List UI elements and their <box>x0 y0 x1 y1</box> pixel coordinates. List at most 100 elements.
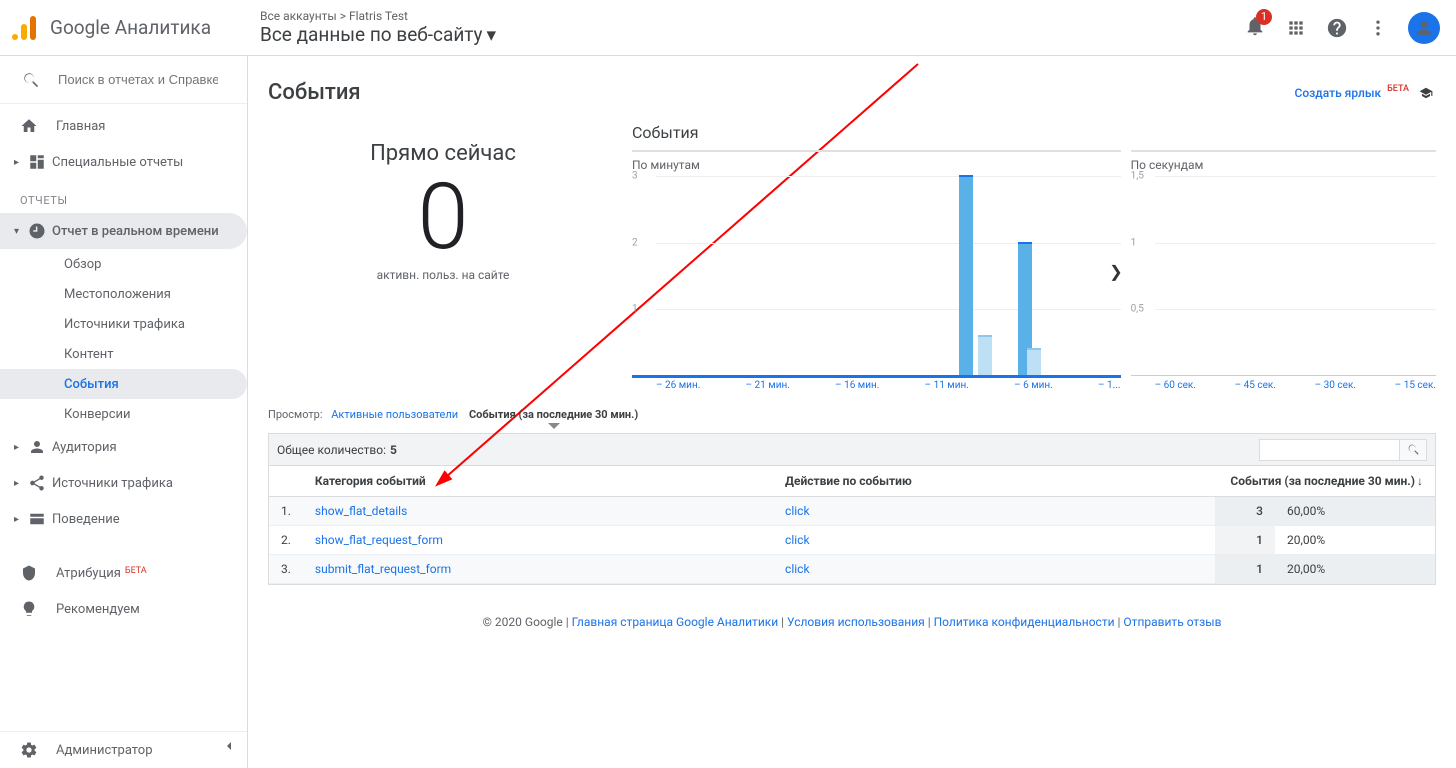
search-input[interactable] <box>58 72 218 87</box>
total-label: Общее количество: <box>277 443 386 457</box>
footer-link-privacy[interactable]: Политика конфиденциальности <box>934 615 1115 629</box>
event-category-link[interactable]: show_flat_details <box>303 497 773 526</box>
chart-next-button[interactable]: ❯ <box>1109 262 1122 281</box>
sidebar-search[interactable] <box>0 56 247 104</box>
charts-title: События <box>632 123 1436 142</box>
tab-events-30min[interactable]: События (за последние 30 мин.) <box>469 408 638 429</box>
footer-link-terms[interactable]: Условия использования <box>787 615 925 629</box>
apps-icon[interactable] <box>1286 18 1306 38</box>
event-percent: 20,00% <box>1275 555 1435 584</box>
person-icon <box>1414 18 1434 38</box>
caret-right-icon: ▸ <box>14 478 22 489</box>
sidebar-item-label: Поведение <box>52 512 120 527</box>
help-icon[interactable] <box>1326 17 1348 39</box>
sidebar-item-events[interactable]: События <box>0 369 247 399</box>
sidebar-item-label: События <box>64 377 119 392</box>
person-icon <box>28 438 46 456</box>
row-index: 2. <box>269 526 303 555</box>
chart-per-minute: По минутам 123– 26 мин.– 21 мин.– 16 мин… <box>632 150 1121 392</box>
event-percent: 60,00% <box>1275 497 1435 526</box>
page-footer: © 2020 Google | Главная страница Google … <box>268 615 1436 629</box>
tab-active-users[interactable]: Активные пользователи <box>331 408 458 421</box>
sidebar-item-label: Контент <box>64 347 113 362</box>
graduation-cap-icon[interactable] <box>1416 86 1436 100</box>
beta-chip: БЕТА <box>125 566 147 576</box>
row-index: 3. <box>269 555 303 584</box>
section-label-reports: ОТЧЕТЫ <box>0 180 247 213</box>
notifications-button[interactable]: 1 <box>1244 15 1266 41</box>
sidebar-item-home[interactable]: Главная <box>0 108 247 144</box>
sidebar-item-realtime[interactable]: ▾ Отчет в реальном времени <box>0 213 247 249</box>
event-category-link[interactable]: submit_flat_request_form <box>303 555 773 584</box>
table-row[interactable]: 2.show_flat_request_formclick120,00% <box>269 526 1435 555</box>
tab-active-indicator-icon <box>548 423 560 429</box>
logo-area[interactable]: Google Аналитика <box>12 14 260 42</box>
breadcrumb: Все аккаунты > Flatris Test <box>260 9 496 23</box>
event-count: 3 <box>1215 497 1275 526</box>
table-row[interactable]: 3.submit_flat_request_formclick120,00% <box>269 555 1435 584</box>
total-count: 5 <box>390 443 397 457</box>
sidebar-item-label: Главная <box>56 119 105 134</box>
sort-desc-icon: ↓ <box>1417 474 1423 488</box>
caret-down-icon: ▾ <box>14 226 22 237</box>
chart-label: По минутам <box>632 158 1121 172</box>
sidebar-item-behavior[interactable]: ▸ Поведение <box>0 501 247 537</box>
right-now-panel: Прямо сейчас 0 активн. польз. на сайте <box>268 123 618 392</box>
sidebar-item-conversions[interactable]: Конверсии <box>0 399 247 429</box>
sidebar-item-label: Местоположения <box>64 287 171 302</box>
sidebar-item-content[interactable]: Контент <box>0 339 247 369</box>
product-name: Google Аналитика <box>50 16 211 39</box>
footer-link-home[interactable]: Главная страница Google Аналитики <box>572 615 778 629</box>
event-category-link[interactable]: show_flat_request_form <box>303 526 773 555</box>
attribution-icon <box>20 564 38 582</box>
sidebar-item-acquisition[interactable]: ▸ Источники трафика <box>0 465 247 501</box>
property-title: Все данные по веб-сайту <box>260 23 483 46</box>
event-action-link[interactable]: click <box>773 555 1215 584</box>
sidebar-item-label: Атрибуция <box>56 566 121 581</box>
caret-right-icon: ▸ <box>14 157 22 168</box>
beta-chip: БЕТА <box>1387 84 1409 94</box>
event-action-link[interactable]: click <box>773 497 1215 526</box>
events-table: Общее количество: 5 Категория событий Де… <box>268 433 1436 585</box>
sidebar-item-traffic[interactable]: Источники трафика <box>0 309 247 339</box>
share-icon <box>28 474 46 492</box>
dashboard-row: Прямо сейчас 0 активн. польз. на сайте С… <box>268 123 1436 392</box>
event-percent: 20,00% <box>1275 526 1435 555</box>
right-now-title: Прямо сейчас <box>268 141 618 166</box>
property-selector[interactable]: Все аккаунты > Flatris Test Все данные п… <box>260 9 496 46</box>
table-row[interactable]: 1.show_flat_detailsclick360,00% <box>269 497 1435 526</box>
sidebar-item-audience[interactable]: ▸ Аудитория <box>0 429 247 465</box>
sidebar-item-overview[interactable]: Обзор <box>0 249 247 279</box>
create-shortcut-link[interactable]: Создать ярлык БЕТА <box>1295 86 1436 100</box>
sidebar-item-admin[interactable]: Администратор <box>0 732 247 768</box>
sidebar-item-locations[interactable]: Местоположения <box>0 279 247 309</box>
account-avatar[interactable] <box>1408 12 1440 44</box>
sidebar-item-custom-reports[interactable]: ▸ Специальные отчеты <box>0 144 247 180</box>
dashboard-icon <box>28 153 46 171</box>
col-events[interactable]: События (за последние 30 мин.)↓ <box>1215 466 1435 497</box>
event-count: 1 <box>1215 555 1275 584</box>
footer-link-feedback[interactable]: Отправить отзыв <box>1123 615 1221 629</box>
sidebar-item-discover[interactable]: Рекомендуем <box>0 591 247 627</box>
event-action-link[interactable]: click <box>773 526 1215 555</box>
sidebar-item-label: Отчет в реальном времени <box>52 224 219 239</box>
more-icon[interactable] <box>1368 18 1388 38</box>
row-index: 1. <box>269 497 303 526</box>
event-count: 1 <box>1215 526 1275 555</box>
analytics-logo-icon <box>12 14 40 42</box>
view-tabs: Просмотр: Активные пользователи События … <box>268 408 1436 429</box>
chart-per-second: По секундам 0,511,5– 60 сек.– 45 сек.– 3… <box>1131 150 1436 392</box>
clock-icon <box>28 222 46 240</box>
sidebar-item-label: Аудитория <box>52 440 117 455</box>
collapse-sidebar-button[interactable] <box>221 738 237 758</box>
col-category[interactable]: Категория событий <box>303 466 773 497</box>
caret-right-icon: ▸ <box>14 514 22 525</box>
notification-badge: 1 <box>1256 9 1272 25</box>
page-title: События <box>268 80 361 105</box>
sidebar-item-label: Источники трафика <box>64 317 185 332</box>
app-header: Google Аналитика Все аккаунты > Flatris … <box>0 0 1456 56</box>
col-action[interactable]: Действие по событию <box>773 466 1215 497</box>
sidebar-item-attribution[interactable]: Атрибуция БЕТА <box>0 555 247 591</box>
table-search-button[interactable] <box>1399 439 1427 461</box>
table-search-input[interactable] <box>1259 439 1399 461</box>
